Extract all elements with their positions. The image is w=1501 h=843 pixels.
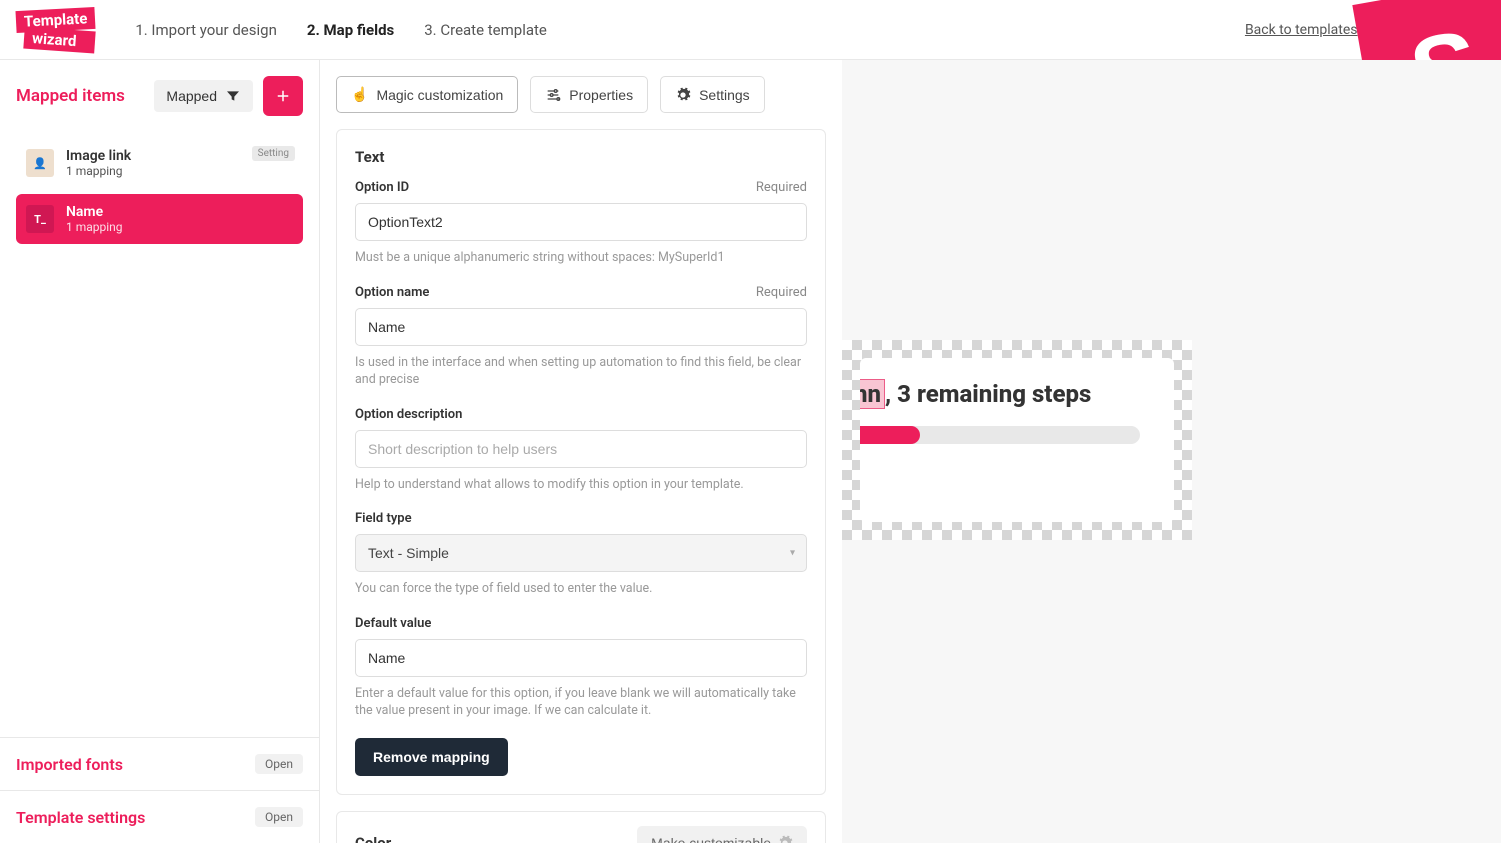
text-thumb: T_ — [26, 205, 54, 233]
avatar-thumb: 👤 — [26, 149, 54, 177]
add-item-button[interactable] — [263, 76, 303, 116]
mapped-items-title: Mapped items — [16, 86, 144, 106]
option-desc-input[interactable] — [355, 430, 807, 468]
option-id-hint: Must be a unique alphanumeric string wit… — [355, 249, 807, 267]
tabs: ☝ Magic customization Properties Setting… — [336, 76, 826, 113]
gear-icon — [777, 835, 793, 843]
logo-line2: wizard — [23, 26, 96, 53]
field-type-label: Field type — [355, 511, 412, 526]
option-desc-label: Option description — [355, 407, 462, 422]
step-create[interactable]: 3. Create template — [424, 21, 547, 39]
tab-properties[interactable]: Properties — [530, 76, 648, 113]
option-desc-group: Option description Help to understand wh… — [355, 407, 807, 494]
default-value-hint: Enter a default value for this option, i… — [355, 685, 807, 720]
preview-card: hn, 3 remaining steps — [860, 358, 1174, 522]
preview-canvas: hn, 3 remaining steps — [842, 340, 1192, 540]
item-meta: 1 mapping — [66, 164, 293, 178]
tab-label: Properties — [569, 87, 633, 103]
template-settings-row[interactable]: Template settings Open — [0, 790, 319, 843]
card-title-color: Color — [355, 834, 391, 843]
sidebar-head: Mapped items Mapped — [0, 60, 319, 132]
imported-fonts-label: Imported fonts — [16, 755, 123, 774]
default-value-input[interactable] — [355, 639, 807, 677]
logo: Template wizard — [16, 9, 95, 51]
wizard-steps: 1. Import your design 2. Map fields 3. C… — [135, 21, 547, 39]
field-type-select[interactable]: Text - Simple — [355, 534, 807, 572]
back-to-templates-link[interactable]: Back to templates — [1245, 22, 1358, 38]
option-name-hint: Is used in the interface and when settin… — [355, 354, 807, 389]
field-type-group: Field type Text - Simple You can force t… — [355, 511, 807, 598]
center-panel: ☝ Magic customization Properties Setting… — [320, 60, 842, 843]
highlighted-name: hn — [860, 379, 885, 409]
option-id-label: Option ID — [355, 180, 409, 195]
open-badge: Open — [255, 754, 303, 774]
hand-pointer-icon: ☝ — [351, 86, 368, 103]
gear-icon — [675, 87, 691, 103]
tab-magic-customization[interactable]: ☝ Magic customization — [336, 76, 518, 113]
header: Template wizard 1. Import your design 2.… — [0, 0, 1501, 60]
text-card: Text Option ID Required Must be a unique… — [336, 129, 826, 795]
step-map[interactable]: 2. Map fields — [307, 21, 394, 39]
item-name: Name — [66, 204, 293, 220]
open-badge: Open — [255, 807, 303, 827]
remove-mapping-button[interactable]: Remove mapping — [355, 738, 508, 776]
item-badge-setting: Setting — [252, 146, 295, 161]
field-type-hint: You can force the type of field used to … — [355, 580, 807, 598]
tab-settings[interactable]: Settings — [660, 76, 765, 113]
default-value-label: Default value — [355, 616, 431, 631]
option-desc-hint: Help to understand what allows to modify… — [355, 476, 807, 494]
tab-label: Settings — [699, 87, 750, 103]
sliders-icon — [545, 87, 561, 103]
required-label: Required — [756, 285, 807, 300]
sidebar: Mapped items Mapped 👤 Image link 1 mappi… — [0, 60, 320, 843]
item-meta: 1 mapping — [66, 220, 293, 234]
sidebar-item-name[interactable]: T_ Name 1 mapping — [16, 194, 303, 244]
option-id-input[interactable] — [355, 203, 807, 241]
option-name-label: Option name — [355, 285, 429, 300]
preview-area: hn, 3 remaining steps — [842, 60, 1501, 843]
mapped-filter-button[interactable]: Mapped — [154, 80, 253, 112]
card-title-text: Text — [355, 148, 807, 166]
imported-fonts-row[interactable]: Imported fonts Open — [0, 738, 319, 790]
option-id-group: Option ID Required Must be a unique alph… — [355, 180, 807, 267]
tab-label: Magic customization — [376, 87, 503, 103]
make-customizable-button[interactable]: Make customizable — [637, 826, 807, 843]
plus-icon — [274, 87, 292, 105]
required-label: Required — [756, 180, 807, 195]
preview-text: hn, 3 remaining steps — [860, 380, 1174, 408]
make-customizable-label: Make customizable — [651, 835, 771, 843]
default-value-group: Default value Enter a default value for … — [355, 616, 807, 720]
sidebar-item-image-link[interactable]: 👤 Image link 1 mapping Setting — [16, 138, 303, 188]
option-name-group: Option name Required Is used in the inte… — [355, 285, 807, 389]
progress-bar — [860, 426, 1140, 444]
filter-icon — [225, 88, 241, 104]
item-list: 👤 Image link 1 mapping Setting T_ Name 1… — [0, 132, 319, 737]
progress-fill — [860, 426, 920, 444]
template-settings-label: Template settings — [16, 808, 145, 827]
color-card: Color Make customizable — [336, 811, 826, 843]
sidebar-bottom: Imported fonts Open Template settings Op… — [0, 737, 319, 843]
step-import[interactable]: 1. Import your design — [135, 21, 277, 39]
filter-label: Mapped — [166, 88, 217, 104]
option-name-input[interactable] — [355, 308, 807, 346]
